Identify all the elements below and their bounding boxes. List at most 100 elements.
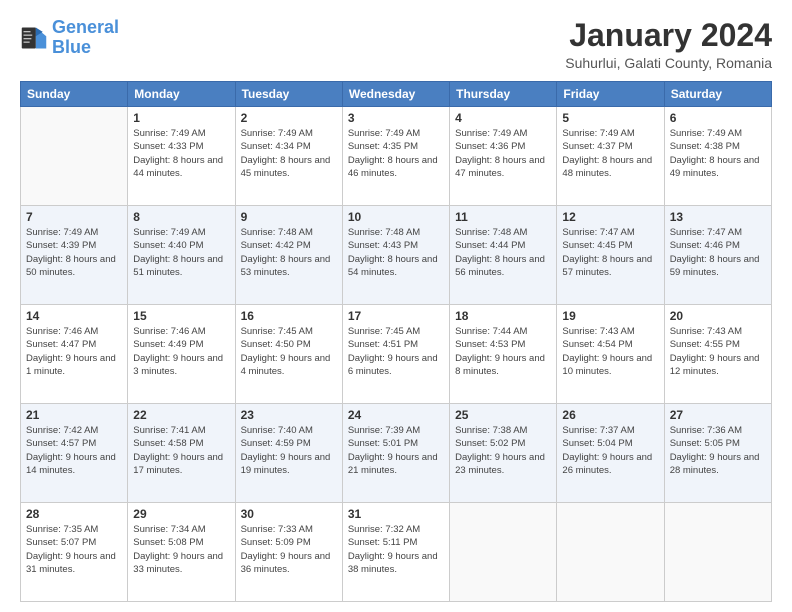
day-number: 2 [241, 111, 337, 125]
day-number: 4 [455, 111, 551, 125]
calendar-cell [664, 503, 771, 602]
day-number: 6 [670, 111, 766, 125]
calendar-cell: 16 Sunrise: 7:45 AMSunset: 4:50 PMDayligh… [235, 305, 342, 404]
day-number: 27 [670, 408, 766, 422]
day-number: 25 [455, 408, 551, 422]
calendar-cell: 31 Sunrise: 7:32 AMSunset: 5:11 PMDayligh… [342, 503, 449, 602]
calendar-cell [21, 107, 128, 206]
day-number: 21 [26, 408, 122, 422]
day-info: Sunrise: 7:49 AMSunset: 4:33 PMDaylight:… [133, 127, 229, 180]
header: General Blue January 2024 Suhurlui, Gala… [20, 18, 772, 71]
calendar-week-3: 14 Sunrise: 7:46 AMSunset: 4:47 PMDayligh… [21, 305, 772, 404]
calendar-cell: 5 Sunrise: 7:49 AMSunset: 4:37 PMDaylight… [557, 107, 664, 206]
day-number: 14 [26, 309, 122, 323]
subtitle: Suhurlui, Galati County, Romania [565, 55, 772, 71]
day-info: Sunrise: 7:49 AMSunset: 4:38 PMDaylight:… [670, 127, 766, 180]
day-info: Sunrise: 7:34 AMSunset: 5:08 PMDaylight:… [133, 523, 229, 576]
day-number: 22 [133, 408, 229, 422]
calendar-cell: 20 Sunrise: 7:43 AMSunset: 4:55 PMDayligh… [664, 305, 771, 404]
calendar-cell: 19Sunrise: 7:43 AMSunset: 4:54 PMDayligh… [557, 305, 664, 404]
calendar-cell: 24 Sunrise: 7:39 AMSunset: 5:01 PMDayligh… [342, 404, 449, 503]
calendar-header-monday: Monday [128, 82, 235, 107]
day-number: 15 [133, 309, 229, 323]
calendar-cell: 7 Sunrise: 7:49 AMSunset: 4:39 PMDaylight… [21, 206, 128, 305]
calendar-cell: 3 Sunrise: 7:49 AMSunset: 4:35 PMDaylight… [342, 107, 449, 206]
logo-text: General Blue [52, 18, 119, 58]
day-number: 13 [670, 210, 766, 224]
day-info: Sunrise: 7:45 AMSunset: 4:51 PMDaylight:… [348, 325, 444, 378]
calendar-header-saturday: Saturday [664, 82, 771, 107]
calendar-header-thursday: Thursday [450, 82, 557, 107]
logo-line1: General [52, 17, 119, 37]
calendar-cell: 30Sunrise: 7:33 AMSunset: 5:09 PMDayligh… [235, 503, 342, 602]
calendar-week-1: 1Sunrise: 7:49 AMSunset: 4:33 PMDaylight… [21, 107, 772, 206]
day-number: 9 [241, 210, 337, 224]
day-info: Sunrise: 7:36 AMSunset: 5:05 PMDaylight:… [670, 424, 766, 477]
day-number: 19 [562, 309, 658, 323]
calendar-week-5: 28 Sunrise: 7:35 AMSunset: 5:07 PMDayligh… [21, 503, 772, 602]
calendar-cell: 28 Sunrise: 7:35 AMSunset: 5:07 PMDayligh… [21, 503, 128, 602]
day-number: 24 [348, 408, 444, 422]
day-info: Sunrise: 7:48 AMSunset: 4:44 PMDaylight:… [455, 226, 551, 279]
day-info: Sunrise: 7:46 AMSunset: 4:47 PMDaylight:… [26, 325, 122, 378]
calendar-cell: 22Sunrise: 7:41 AMSunset: 4:58 PMDayligh… [128, 404, 235, 503]
calendar-cell: 15 Sunrise: 7:46 AMSunset: 4:49 PMDayligh… [128, 305, 235, 404]
logo: General Blue [20, 18, 119, 58]
day-info: Sunrise: 7:43 AMSunset: 4:55 PMDaylight:… [670, 325, 766, 378]
calendar-cell: 17 Sunrise: 7:45 AMSunset: 4:51 PMDayligh… [342, 305, 449, 404]
day-number: 12 [562, 210, 658, 224]
day-number: 3 [348, 111, 444, 125]
day-info: Sunrise: 7:38 AMSunset: 5:02 PMDaylight:… [455, 424, 551, 477]
day-info: Sunrise: 7:49 AMSunset: 4:39 PMDaylight:… [26, 226, 122, 279]
day-number: 28 [26, 507, 122, 521]
calendar-cell: 6 Sunrise: 7:49 AMSunset: 4:38 PMDaylight… [664, 107, 771, 206]
calendar-cell: 18 Sunrise: 7:44 AMSunset: 4:53 PMDayligh… [450, 305, 557, 404]
calendar-cell: 27 Sunrise: 7:36 AMSunset: 5:05 PMDayligh… [664, 404, 771, 503]
day-number: 17 [348, 309, 444, 323]
day-number: 18 [455, 309, 551, 323]
day-info: Sunrise: 7:49 AMSunset: 4:35 PMDaylight:… [348, 127, 444, 180]
calendar-cell: 13 Sunrise: 7:47 AMSunset: 4:46 PMDayligh… [664, 206, 771, 305]
day-number: 30 [241, 507, 337, 521]
day-number: 10 [348, 210, 444, 224]
day-number: 20 [670, 309, 766, 323]
calendar-cell: 9 Sunrise: 7:48 AMSunset: 4:42 PMDaylight… [235, 206, 342, 305]
day-number: 11 [455, 210, 551, 224]
calendar-cell: 14 Sunrise: 7:46 AMSunset: 4:47 PMDayligh… [21, 305, 128, 404]
day-number: 16 [241, 309, 337, 323]
main-title: January 2024 [565, 18, 772, 53]
day-number: 26 [562, 408, 658, 422]
day-info: Sunrise: 7:40 AMSunset: 4:59 PMDaylight:… [241, 424, 337, 477]
title-section: January 2024 Suhurlui, Galati County, Ro… [565, 18, 772, 71]
day-info: Sunrise: 7:44 AMSunset: 4:53 PMDaylight:… [455, 325, 551, 378]
day-info: Sunrise: 7:45 AMSunset: 4:50 PMDaylight:… [241, 325, 337, 378]
day-info: Sunrise: 7:49 AMSunset: 4:37 PMDaylight:… [562, 127, 658, 180]
day-number: 7 [26, 210, 122, 224]
day-info: Sunrise: 7:47 AMSunset: 4:45 PMDaylight:… [562, 226, 658, 279]
calendar-week-4: 21Sunrise: 7:42 AMSunset: 4:57 PMDayligh… [21, 404, 772, 503]
calendar-header-row: SundayMondayTuesdayWednesdayThursdayFrid… [21, 82, 772, 107]
day-info: Sunrise: 7:49 AMSunset: 4:34 PMDaylight:… [241, 127, 337, 180]
day-info: Sunrise: 7:48 AMSunset: 4:42 PMDaylight:… [241, 226, 337, 279]
calendar-cell: 21Sunrise: 7:42 AMSunset: 4:57 PMDayligh… [21, 404, 128, 503]
day-info: Sunrise: 7:39 AMSunset: 5:01 PMDaylight:… [348, 424, 444, 477]
logo-icon [20, 24, 48, 52]
calendar-table: SundayMondayTuesdayWednesdayThursdayFrid… [20, 81, 772, 602]
day-info: Sunrise: 7:35 AMSunset: 5:07 PMDaylight:… [26, 523, 122, 576]
day-info: Sunrise: 7:37 AMSunset: 5:04 PMDaylight:… [562, 424, 658, 477]
day-number: 5 [562, 111, 658, 125]
calendar-cell: 26 Sunrise: 7:37 AMSunset: 5:04 PMDayligh… [557, 404, 664, 503]
calendar-week-2: 7 Sunrise: 7:49 AMSunset: 4:39 PMDaylight… [21, 206, 772, 305]
day-info: Sunrise: 7:49 AMSunset: 4:40 PMDaylight:… [133, 226, 229, 279]
calendar-cell: 1Sunrise: 7:49 AMSunset: 4:33 PMDaylight… [128, 107, 235, 206]
calendar-cell: 11 Sunrise: 7:48 AMSunset: 4:44 PMDayligh… [450, 206, 557, 305]
calendar-cell: 8Sunrise: 7:49 AMSunset: 4:40 PMDaylight… [128, 206, 235, 305]
logo-line2: Blue [52, 38, 119, 58]
day-info: Sunrise: 7:49 AMSunset: 4:36 PMDaylight:… [455, 127, 551, 180]
day-info: Sunrise: 7:47 AMSunset: 4:46 PMDaylight:… [670, 226, 766, 279]
calendar-header-wednesday: Wednesday [342, 82, 449, 107]
day-info: Sunrise: 7:32 AMSunset: 5:11 PMDaylight:… [348, 523, 444, 576]
page: General Blue January 2024 Suhurlui, Gala… [0, 0, 792, 612]
day-number: 31 [348, 507, 444, 521]
day-info: Sunrise: 7:46 AMSunset: 4:49 PMDaylight:… [133, 325, 229, 378]
